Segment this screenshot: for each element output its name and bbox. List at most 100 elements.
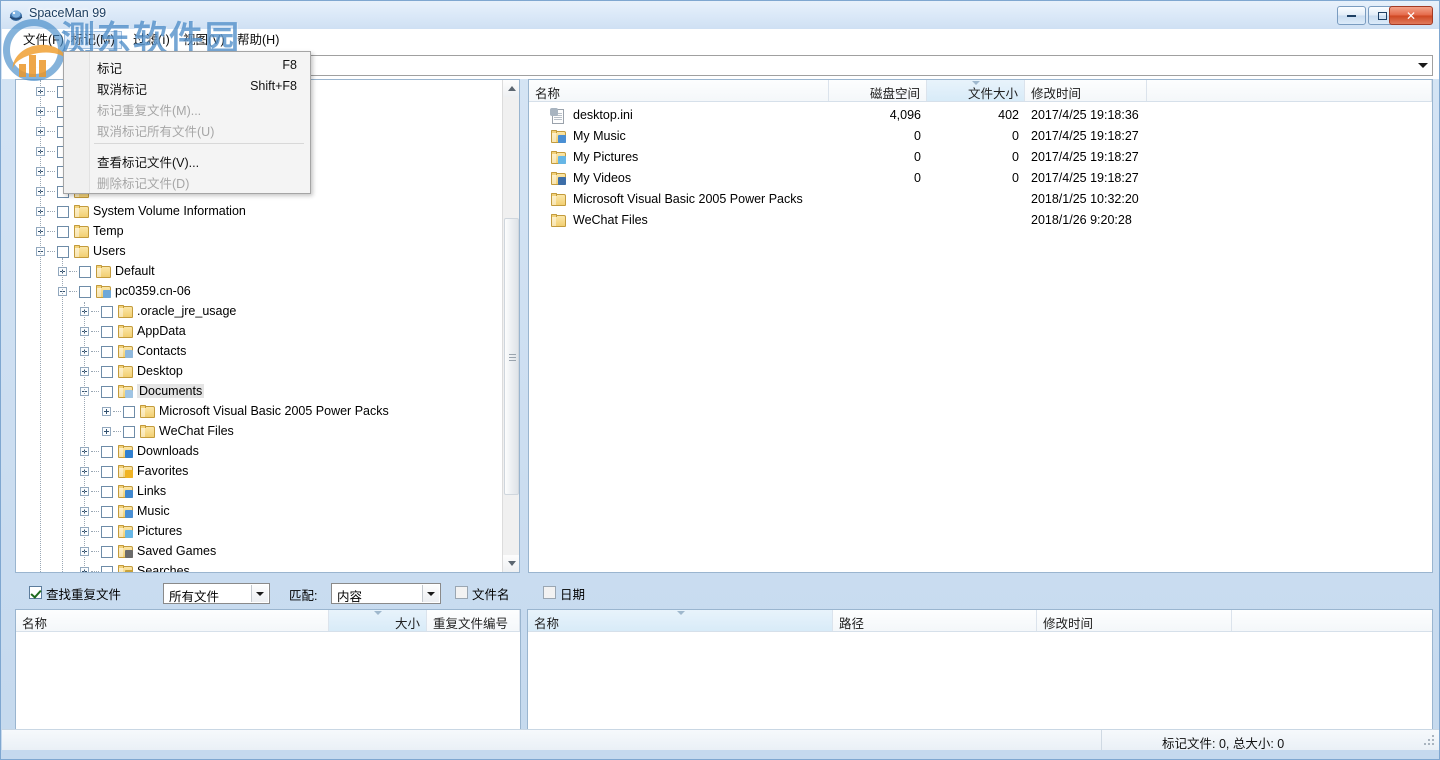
file-modified: 2018/1/26 9:20:28: [1031, 213, 1132, 227]
file-row[interactable]: My Music 0 0 2017/4/25 19:18:27: [529, 126, 1432, 147]
file-column-header-3[interactable]: 修改时间: [1025, 80, 1147, 101]
folder-badge: [558, 177, 566, 185]
tree-row[interactable]: Microsoft Visual Basic 2005 Power Packs: [16, 402, 503, 422]
tree-row[interactable]: AppData: [16, 322, 503, 342]
menu-option-1[interactable]: 取消标记 Shift+F8: [65, 76, 311, 97]
folder-badge: [125, 490, 133, 498]
tree-checkbox[interactable]: [101, 366, 113, 378]
menu-option-4[interactable]: 查看标记文件(V)...: [65, 149, 311, 170]
menu-option-0[interactable]: 标记 F8: [65, 55, 311, 76]
tree-row[interactable]: Music: [16, 502, 503, 522]
file-row[interactable]: My Videos 0 0 2017/4/25 19:18:27: [529, 168, 1432, 189]
minimize-button[interactable]: [1337, 6, 1366, 25]
dup_right-column-header-2[interactable]: 修改时间: [1037, 610, 1232, 631]
menu-item-1[interactable]: 标记(M): [64, 31, 122, 49]
tree-row[interactable]: Desktop: [16, 362, 503, 382]
tree-connector: [47, 191, 55, 192]
tree-checkbox[interactable]: [101, 346, 113, 358]
tree-row[interactable]: WeChat Files: [16, 422, 503, 442]
dup_right-column-header-1[interactable]: 路径: [833, 610, 1037, 631]
tree-row[interactable]: Links: [16, 482, 503, 502]
tree-connector: [47, 211, 55, 212]
dup_left-column-header-2[interactable]: 重复文件编号: [427, 610, 520, 631]
tree-checkbox[interactable]: [101, 306, 113, 318]
file-column-header-0[interactable]: 名称: [529, 80, 829, 101]
file-size: 0: [1012, 150, 1019, 164]
address-bar[interactable]: .cn-06\Documents: [181, 55, 1433, 76]
tree-checkbox[interactable]: [101, 326, 113, 338]
file-row[interactable]: WeChat Files 2018/1/26 9:20:28: [529, 210, 1432, 231]
tree-checkbox[interactable]: [57, 246, 69, 258]
tree-vertical-scrollbar[interactable]: [502, 80, 519, 572]
tree-checkbox[interactable]: [79, 286, 91, 298]
tree-row[interactable]: pc0359.cn-06: [16, 282, 503, 302]
tree-row[interactable]: Searches: [16, 562, 503, 572]
match-combo[interactable]: 内容: [331, 583, 441, 604]
checkbox-icon: [543, 586, 556, 599]
tree-row[interactable]: Favorites: [16, 462, 503, 482]
tree-checkbox[interactable]: [101, 386, 113, 398]
tree-checkbox[interactable]: [123, 426, 135, 438]
dup_left-column-header-1[interactable]: 大小: [329, 610, 427, 631]
file-row[interactable]: My Pictures 0 0 2017/4/25 19:18:27: [529, 147, 1432, 168]
tree-row[interactable]: Temp: [16, 222, 503, 242]
tree-checkbox[interactable]: [101, 466, 113, 478]
tree-row[interactable]: Users: [16, 242, 503, 262]
resize-grip[interactable]: [1424, 735, 1436, 747]
tree-row-label: Temp: [93, 224, 124, 238]
tree-row[interactable]: Pictures: [16, 522, 503, 542]
close-button[interactable]: ✕: [1389, 6, 1433, 25]
file-row[interactable]: Microsoft Visual Basic 2005 Power Packs 2…: [529, 189, 1432, 210]
tree-row[interactable]: Default: [16, 262, 503, 282]
duplicate-files-panel[interactable]: 名称 路径 修改时间: [527, 609, 1433, 731]
tree-checkbox[interactable]: [101, 506, 113, 518]
menu-item-0[interactable]: 文件(F): [16, 31, 71, 49]
tree-row[interactable]: Documents: [16, 382, 503, 402]
scroll-down-button[interactable]: [503, 555, 519, 572]
chevron-down-icon[interactable]: [251, 585, 268, 602]
toolbar-button-1[interactable]: [10, 53, 34, 77]
tree-row[interactable]: Contacts: [16, 342, 503, 362]
filetype-combo[interactable]: 所有文件: [163, 583, 270, 604]
file-column-label: 磁盘空间: [869, 87, 920, 101]
expand-icon[interactable]: [102, 407, 111, 416]
expand-icon[interactable]: [102, 427, 111, 436]
scroll-up-button[interactable]: [503, 80, 519, 97]
folder: [140, 405, 155, 418]
tree-checkbox[interactable]: [79, 266, 91, 278]
scroll-thumb[interactable]: [504, 218, 519, 495]
tree-connector: [91, 491, 99, 492]
marks-dropdown-menu[interactable]: 标记 F8 取消标记 Shift+F8 标记重复文件(M)... 取消标记所有文件(U) 查…: [63, 51, 311, 194]
chevron-down-icon[interactable]: [422, 585, 439, 602]
dup_right-column-header-0[interactable]: 名称: [528, 610, 833, 631]
tree-row[interactable]: Downloads: [16, 442, 503, 462]
dup_left-column-header-0[interactable]: 名称: [16, 610, 329, 631]
menu-item-4[interactable]: 帮助(H): [230, 31, 286, 49]
duplicate-groups-panel[interactable]: 名称 大小 重复文件编号: [15, 609, 521, 731]
tree-checkbox[interactable]: [101, 446, 113, 458]
file-list-panel[interactable]: 名称 磁盘空间 文件大小 修改时间 desktop.ini 4,096 402 2017/4…: [528, 79, 1433, 573]
tree-checkbox[interactable]: [101, 546, 113, 558]
tree-row-label: Saved Games: [137, 544, 217, 558]
tree-row[interactable]: .oracle_jre_usage: [16, 302, 503, 322]
tree-checkbox[interactable]: [101, 486, 113, 498]
folder: [74, 225, 89, 238]
menu-item-2[interactable]: 过滤(I): [126, 31, 177, 49]
file-column-header-1[interactable]: 磁盘空间: [829, 80, 927, 101]
file-column-header-2[interactable]: 文件大小: [927, 80, 1025, 101]
file-disk-space: 0: [914, 171, 921, 185]
tree-checkbox[interactable]: [57, 206, 69, 218]
folder-badge: [125, 530, 133, 538]
file-name: desktop.ini: [573, 108, 633, 122]
menu-item-3[interactable]: 视图(V): [176, 31, 232, 49]
tree-checkbox[interactable]: [57, 226, 69, 238]
tree-row[interactable]: Saved Games: [16, 542, 503, 562]
chevron-down-icon[interactable]: [1418, 63, 1428, 68]
tree-row[interactable]: System Volume Information: [16, 202, 503, 222]
file-row[interactable]: desktop.ini 4,096 402 2017/4/25 19:18:36: [529, 105, 1432, 126]
toolbar-button-2[interactable]: [38, 53, 62, 77]
tree-checkbox[interactable]: [123, 406, 135, 418]
tree-checkbox[interactable]: [101, 566, 113, 572]
window-title: SpaceMan 99: [29, 6, 107, 20]
tree-checkbox[interactable]: [101, 526, 113, 538]
